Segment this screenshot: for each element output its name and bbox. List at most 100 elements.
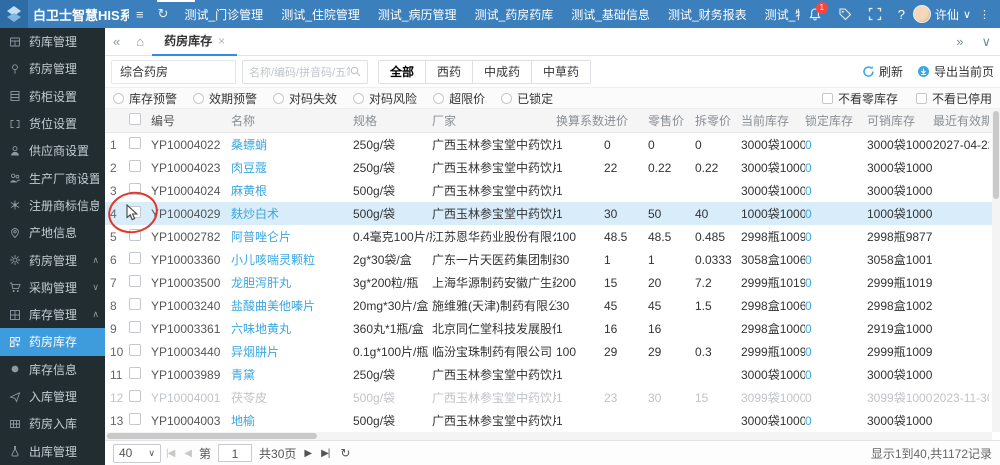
nav-tab-2[interactable]: 测试_病历管理 [369, 6, 466, 23]
cell-locked[interactable]: 0 [805, 184, 867, 198]
table-row[interactable]: 11YP10003989青黛250g/袋广西玉林参宝堂中药饮片有...13000… [105, 363, 1000, 386]
row-checkbox[interactable] [129, 160, 151, 175]
nav-tab-6[interactable]: 测试_物资管理 [756, 6, 800, 23]
horizontal-scrollbar[interactable] [105, 432, 992, 440]
cell-locked[interactable]: 0 [805, 299, 867, 313]
page-size-select[interactable]: 40 ∨ [113, 444, 161, 463]
row-checkbox[interactable] [129, 137, 151, 152]
cell-name[interactable]: 桑螵蛸 [231, 136, 353, 153]
sidebar-item-8[interactable]: 药房管理∧ [0, 246, 105, 273]
filter-hide-1[interactable]: 不看已停用 [916, 90, 992, 107]
filter-warning-0[interactable]: 库存预警 [113, 90, 177, 107]
radio-icon[interactable] [433, 93, 444, 104]
tabs-scroll-left-icon[interactable]: « [105, 34, 128, 49]
cell-name[interactable]: 青黛 [231, 366, 353, 383]
category-button-2[interactable]: 中成药 [473, 61, 532, 83]
cell-locked[interactable]: 0 [805, 230, 867, 244]
category-button-3[interactable]: 中草药 [532, 61, 590, 83]
row-checkbox[interactable] [129, 275, 151, 290]
vertical-scrollbar[interactable] [992, 110, 1000, 432]
sidebar-item-2[interactable]: 药柜设置 [0, 83, 105, 110]
cell-locked[interactable]: 0 [805, 368, 867, 382]
cell-name[interactable]: 异烟肼片 [231, 343, 353, 360]
row-checkbox[interactable] [129, 321, 151, 336]
sidebar-item-13[interactable]: 入库管理 [0, 383, 105, 410]
sidebar-item-4[interactable]: 供应商设置 [0, 137, 105, 164]
sidebar-item-3[interactable]: 货位设置 [0, 110, 105, 137]
user-menu-chevron-icon[interactable]: ∨ [963, 8, 971, 21]
filter-warning-2[interactable]: 对码失效 [273, 90, 337, 107]
table-row[interactable]: 9YP10003361六味地黄丸360丸*1瓶/盒北京同仁堂科技发展股份有...… [105, 317, 1000, 340]
row-checkbox[interactable] [129, 367, 151, 382]
cell-name[interactable]: 麻黄根 [231, 182, 353, 199]
checkbox-icon[interactable] [916, 93, 927, 104]
sidebar-item-1[interactable]: 药房管理 [0, 55, 105, 82]
cell-locked[interactable]: 0 [805, 276, 867, 290]
filter-warning-4[interactable]: 超限价 [433, 90, 485, 107]
sidebar-item-7[interactable]: 产地信息 [0, 219, 105, 246]
radio-icon[interactable] [501, 93, 512, 104]
row-checkbox[interactable] [129, 390, 151, 405]
nav-tab-3[interactable]: 测试_药房药库 [466, 6, 563, 23]
refresh-button[interactable]: 刷新 [862, 63, 903, 80]
radio-icon[interactable] [113, 93, 124, 104]
search-input[interactable]: 名称/编码/拼音码/五笔码/条码 [242, 60, 368, 84]
cell-locked[interactable]: 0 [805, 322, 867, 336]
sidebar-item-0[interactable]: 药库管理 [0, 28, 105, 55]
select-all-checkbox[interactable] [129, 113, 151, 128]
cell-name[interactable]: 茯苓皮 [231, 389, 353, 406]
page-number-input[interactable]: 1 [218, 444, 252, 462]
table-row[interactable]: 1YP10004022桑螵蛸250g/袋广西玉林参宝堂中药饮片有...10003… [105, 133, 1000, 156]
sidebar-item-14[interactable]: 药房入库 [0, 410, 105, 437]
row-checkbox[interactable] [129, 298, 151, 313]
collapse-menu-icon[interactable]: ≡ [136, 7, 144, 22]
tabs-scroll-right-icon[interactable]: » [947, 34, 972, 49]
table-row[interactable]: 4YP10004029麸炒白术500g/袋广西玉林参宝堂中药饮片有...1305… [105, 202, 1000, 225]
last-page-button[interactable]: ▶| [321, 448, 329, 459]
row-checkbox[interactable] [129, 252, 151, 267]
user-avatar[interactable] [913, 5, 931, 23]
row-checkbox[interactable] [129, 344, 151, 359]
cell-name[interactable]: 龙胆泻肝丸 [231, 274, 353, 291]
table-row[interactable]: 10YP10003440异烟肼片0.1g*100片/瓶临汾宝珠制药有限公司100… [105, 340, 1000, 363]
tabs-menu-chevron-icon[interactable]: ∨ [972, 34, 1000, 50]
radio-icon[interactable] [193, 93, 204, 104]
table-row[interactable]: 6YP10003360小儿咳喘灵颗粒2g*30袋/盒广东一片天医药集团制药有..… [105, 248, 1000, 271]
pharmacy-select[interactable]: 综合药房 [111, 60, 236, 84]
cell-locked[interactable]: 0 [805, 161, 867, 175]
tag-icon[interactable] [838, 7, 852, 21]
radio-icon[interactable] [273, 93, 284, 104]
cell-locked[interactable]: 0 [805, 414, 867, 428]
cell-name[interactable]: 肉豆蔻 [231, 159, 353, 176]
radio-icon[interactable] [353, 93, 364, 104]
row-checkbox[interactable] [129, 183, 151, 198]
category-button-1[interactable]: 西药 [426, 61, 473, 83]
sidebar-item-12[interactable]: 库存信息 [0, 356, 105, 383]
table-row[interactable]: 8YP10003240盐酸曲美他嗪片20mg*30片/盒施维雅(天津)制药有限公… [105, 294, 1000, 317]
nav-tab-4[interactable]: 测试_基础信息 [562, 6, 659, 23]
next-page-button[interactable]: ▶ [304, 448, 311, 459]
cell-locked[interactable]: 0 [805, 345, 867, 359]
nav-tab-0[interactable]: 测试_门诊管理 [176, 6, 273, 23]
cell-locked[interactable]: 0 [805, 138, 867, 152]
home-icon[interactable]: ⌂ [128, 34, 152, 49]
refresh-page-icon[interactable]: ↻ [158, 6, 169, 22]
filter-warning-1[interactable]: 效期预警 [193, 90, 257, 107]
user-name[interactable]: 许仙 [935, 6, 959, 23]
table-row[interactable]: 12YP10004001茯苓皮500g/袋广西玉林参宝堂中药饮片有...1233… [105, 386, 1000, 409]
reload-table-button[interactable]: ↻ [340, 446, 350, 460]
cell-name[interactable]: 地榆 [231, 412, 353, 429]
horizontal-scrollbar-thumb[interactable] [107, 433, 317, 439]
filter-warning-5[interactable]: 已锁定 [501, 90, 553, 107]
row-checkbox[interactable] [129, 229, 151, 244]
sidebar-item-9[interactable]: 采购管理∨ [0, 274, 105, 301]
export-page-button[interactable]: 导出当前页 [917, 63, 994, 80]
nav-tab-1[interactable]: 测试_住院管理 [272, 6, 369, 23]
cell-name[interactable]: 盐酸曲美他嗪片 [231, 297, 353, 314]
fullscreen-icon[interactable] [868, 7, 882, 21]
table-row[interactable]: 5YP10002782阿普唑仑片0.4毫克100片/瓶江苏恩华药业股份有限公司1… [105, 225, 1000, 248]
cell-name[interactable]: 小儿咳喘灵颗粒 [231, 251, 353, 268]
help-icon[interactable]: ? [898, 7, 905, 22]
sidebar-item-5[interactable]: 生产厂商设置 [0, 164, 105, 191]
cell-locked[interactable]: 0 [805, 391, 867, 405]
